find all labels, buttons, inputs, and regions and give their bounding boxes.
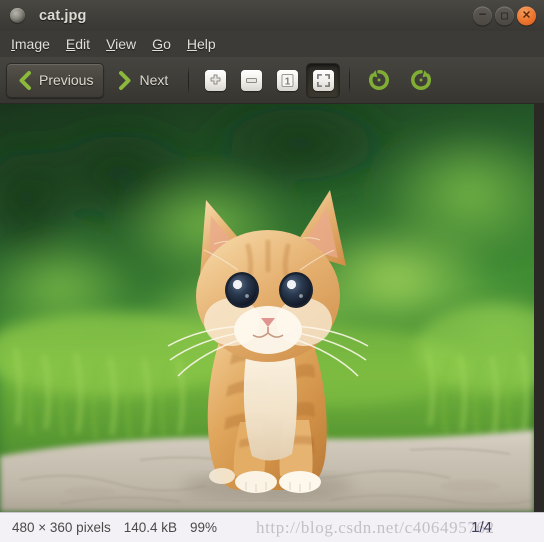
zoom-level: 99% (190, 520, 218, 535)
menu-mnemonic: V (106, 36, 116, 52)
menu-mnemonic: H (186, 36, 197, 52)
best-fit-button[interactable] (306, 62, 341, 98)
menu-bar: Image Edit View Go Help (0, 31, 544, 57)
file-size: 140.4 kB (123, 520, 177, 535)
menu-item-view[interactable]: View (98, 33, 144, 55)
normal-size-button[interactable]: 1 (270, 63, 304, 98)
image-canvas[interactable] (0, 104, 534, 512)
zoom-in-icon (204, 69, 226, 91)
next-label: Next (139, 72, 169, 88)
menu-label: elp (196, 36, 216, 52)
menu-mnemonic: E (65, 36, 76, 52)
maximize-button[interactable] (495, 6, 514, 25)
maximize-icon (501, 12, 508, 19)
menu-item-edit[interactable]: Edit (58, 33, 98, 55)
menu-label: iew (115, 36, 137, 52)
minimize-icon: − (478, 6, 487, 21)
previous-button[interactable]: Previous (6, 62, 105, 98)
svg-text:1: 1 (284, 76, 290, 87)
menu-mnemonic: G (152, 36, 164, 52)
previous-label: Previous (39, 72, 94, 88)
normal-size-icon: 1 (276, 69, 298, 91)
title-bar: cat.jpg − ✕ (0, 0, 544, 31)
menu-item-help[interactable]: Help (179, 33, 224, 55)
toolbar: Previous Next 1 (0, 57, 544, 104)
kitten-photo (0, 104, 534, 512)
status-bar: 480 × 360 pixels 140.4 kB 99% http://blo… (0, 512, 544, 542)
window-title: cat.jpg (39, 7, 87, 24)
best-fit-icon (312, 69, 334, 91)
toolbar-separator-1 (188, 66, 190, 94)
viewport-right-border (534, 104, 544, 512)
chevron-right-icon (119, 70, 131, 90)
rotate-clockwise-button[interactable] (401, 61, 441, 99)
menu-label: mage (14, 36, 50, 52)
watermark-text: http://blog.csdn.net/c406495762 (256, 517, 495, 537)
rotate-counterclockwise-icon (369, 70, 390, 90)
chevron-left-icon (19, 70, 31, 90)
image-dimensions: 480 × 360 pixels (12, 520, 111, 535)
close-button[interactable]: ✕ (517, 6, 536, 25)
image-document-icon (10, 8, 25, 23)
menu-item-go[interactable]: Go (144, 33, 179, 55)
status-info: 480 × 360 pixels 140.4 kB 99% (12, 520, 217, 535)
zoom-in-button[interactable] (198, 63, 232, 98)
zoom-out-button[interactable] (234, 63, 268, 98)
zoom-out-icon (240, 69, 262, 91)
menu-label: o (163, 36, 171, 52)
toolbar-separator-2 (349, 66, 351, 94)
menu-label: dit (75, 36, 91, 52)
close-icon: ✕ (521, 9, 532, 21)
window-controls: − ✕ (473, 6, 536, 25)
image-viewport[interactable] (0, 104, 544, 512)
minimize-button[interactable]: − (473, 6, 492, 25)
page-indicator: 1/4 (471, 519, 492, 536)
rotate-counterclockwise-button[interactable] (359, 61, 399, 99)
next-button[interactable]: Next (106, 63, 179, 98)
rotate-clockwise-icon (411, 70, 432, 90)
menu-item-image[interactable]: Image (3, 33, 58, 55)
image-viewer-window: cat.jpg − ✕ Image Edit View Go Help Prev… (0, 0, 544, 542)
